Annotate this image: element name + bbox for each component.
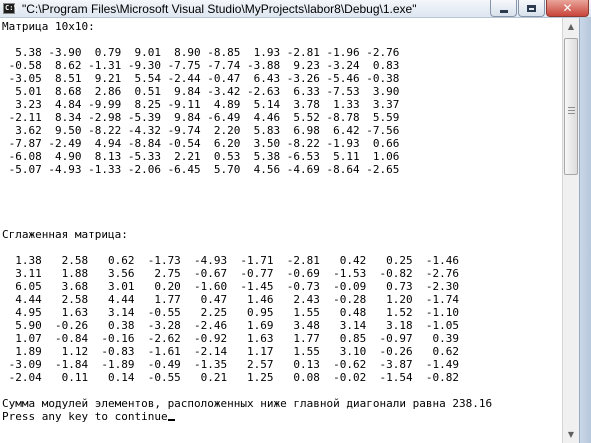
close-icon: ✕ [562,1,573,15]
console-line: 1.38 2.58 0.62 -1.73 -4.93 -1.71 -2.81 0… [15,254,459,267]
console-line: 4.44 2.58 4.44 1.77 0.47 1.46 2.43 -0.28… [15,293,459,306]
console-line: 3.23 4.84 -9.99 8.25 -9.11 4.89 5.14 3.7… [15,98,400,111]
grip-line [568,113,575,114]
console-line: 3.11 1.88 3.56 2.75 -0.67 -0.77 -0.69 -1… [15,267,459,280]
console-output-area[interactable]: Матрица 10x10: 5.38 -3.90 0.79 9.01 8.90… [0,18,562,443]
scroll-down-arrow-icon[interactable]: ▼ [563,426,579,443]
grip-line [568,107,575,108]
console-line: 1.89 1.12 -0.83 -1.61 -2.14 1.17 1.55 3.… [15,345,459,358]
console-app-icon[interactable]: C:\ [3,3,18,14]
minimize-icon [499,9,508,13]
console-line: -2.11 8.34 -2.98 -5.39 9.84 -6.49 4.46 5… [8,111,400,124]
window-frame-edge [579,18,591,443]
console-line: -3.09 -1.84 -1.89 -0.49 -1.35 2.57 0.13 … [8,358,459,371]
console-line: 1.07 -0.84 -0.16 -2.62 -0.92 1.63 1.77 0… [15,332,459,345]
window-title: "C:\Program Files\Microsoft Visual Studi… [22,2,417,16]
maximize-button[interactable] [518,0,545,17]
maximize-icon [527,4,536,12]
console-line: Матрица 10x10: [2,20,95,33]
scrollbar-thumb[interactable] [564,38,578,175]
minimize-button[interactable] [490,0,517,17]
console-line: 6.05 3.68 3.01 0.20 -1.60 -1.45 -0.73 -0… [15,280,459,293]
grip-line [568,110,575,111]
continue-prompt: Press any key to continue [2,410,168,423]
console-line: 5.90 -0.26 0.38 -3.28 -2.46 1.69 3.48 3.… [15,319,459,332]
title-bar[interactable]: C:\ "C:\Program Files\Microsoft Visual S… [0,0,591,18]
vertical-scrollbar[interactable]: ▲ ▼ [562,18,579,443]
console-line: -5.07 -4.93 -1.33 -2.06 -6.45 5.70 4.56 … [8,163,400,176]
console-line: -7.87 -2.49 4.94 -8.84 -0.54 6.20 3.50 -… [8,137,400,150]
console-line: 5.01 8.68 2.86 0.51 9.84 -3.42 -2.63 6.3… [15,85,400,98]
console-text: Матрица 10x10: 5.38 -3.90 0.79 9.01 8.90… [0,18,562,423]
console-line: 3.62 9.50 -8.22 -4.32 -9.74 2.20 5.83 6.… [15,124,400,137]
console-line: -3.05 8.51 9.21 5.54 -2.44 -0.47 6.43 -3… [8,72,400,85]
console-line: -6.08 4.90 8.13 -5.33 2.21 0.53 5.38 -6.… [8,150,400,163]
window-controls: ✕ [489,0,589,17]
console-line: Сглаженная матрица: [2,228,128,241]
console-line: 5.38 -3.90 0.79 9.01 8.90 -8.85 1.93 -2.… [15,46,400,59]
console-line: 4.95 1.63 3.14 -0.55 2.25 0.95 1.55 0.48… [15,306,459,319]
text-cursor [167,419,175,421]
scroll-up-arrow-icon[interactable]: ▲ [563,18,579,35]
console-line: -2.04 0.11 0.14 -0.55 0.21 1.25 0.08 -0.… [8,371,459,384]
console-line: Сумма модулей элементов, расположенных н… [2,397,493,410]
console-lines: Матрица 10x10: 5.38 -3.90 0.79 9.01 8.90… [2,20,492,410]
console-line: -0.58 8.62 -1.31 -9.30 -7.75 -7.74 -3.88… [8,59,400,72]
close-button[interactable]: ✕ [546,0,589,17]
